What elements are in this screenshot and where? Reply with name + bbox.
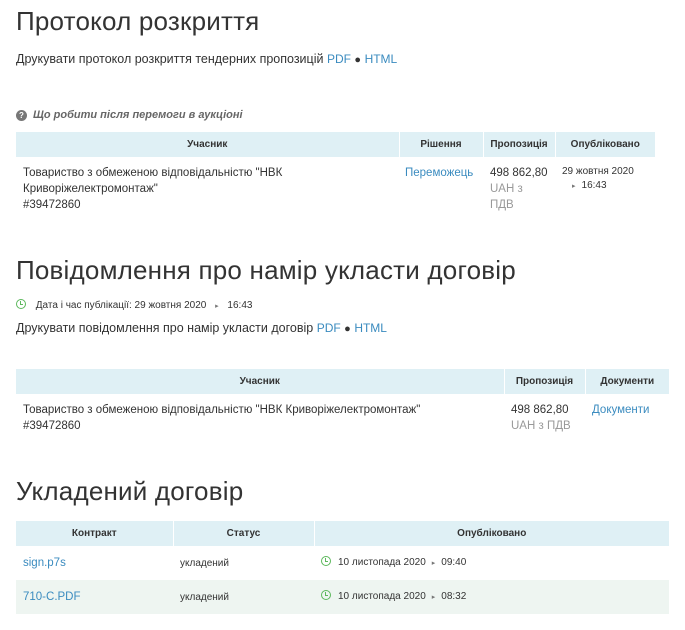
question-icon: ?: [16, 109, 27, 121]
contract-table: Контракт Статус Опубліковано sign.p7s ук…: [16, 521, 669, 614]
published-cell: 10 листопада 2020 ▸ 08:32: [314, 580, 669, 614]
contract-title: Укладений договір: [16, 476, 244, 506]
winner-link[interactable]: Переможець: [405, 167, 473, 179]
notice-print-text: Друкувати повідомлення про намір укласти…: [16, 321, 314, 335]
col-status: Статус: [173, 521, 315, 546]
protocol-table: Учасник Рішення Пропозиція Опубліковано …: [16, 132, 655, 221]
col-proposal: Пропозиція: [504, 369, 586, 394]
documents-link[interactable]: Документи: [592, 404, 649, 416]
table-row: sign.p7s укладений 10 листопада 2020 ▸ 09:…: [16, 546, 669, 580]
status-cell: укладений: [173, 580, 314, 614]
arrow-right-icon: ▸: [572, 183, 576, 190]
col-published: Опубліковано: [555, 132, 655, 157]
protocol-print-line: Друкувати протокол розкриття тендерних п…: [16, 52, 397, 66]
clock-icon: [16, 299, 26, 309]
col-published: Опубліковано: [314, 521, 669, 546]
participant-cell: Товариство з обмеженою відповідальністю …: [16, 157, 399, 221]
col-decision: Рішення: [399, 132, 484, 157]
participant-id: #39472860: [23, 420, 81, 432]
participant-id: #39472860: [23, 199, 81, 211]
help-text: Що робити після перемоги в аукціоні: [33, 109, 243, 121]
contract-table-header: Контракт Статус Опубліковано: [16, 521, 669, 546]
notice-pdf-link[interactable]: PDF: [317, 321, 341, 335]
contract-cell: 710-С.PDF: [16, 580, 173, 614]
proposal-cell: 498 862,80 UAH з ПДВ: [490, 167, 548, 211]
separator-dot: ●: [354, 54, 362, 66]
col-documents: Документи: [585, 369, 669, 394]
separator-dot: ●: [344, 323, 351, 335]
participant-cell: Товариство з обмеженою відповідальністю …: [16, 394, 504, 442]
protocol-table-header: Учасник Рішення Пропозиція Опубліковано: [16, 132, 655, 157]
notice-table: Учасник Пропозиція Документи Товариство …: [16, 369, 669, 442]
notice-print-line: Друкувати повідомлення про намір укласти…: [16, 321, 387, 335]
col-participant: Учасник: [16, 132, 400, 157]
proposal-cell: 498 862,80 UAH з ПДВ: [511, 404, 571, 432]
protocol-html-link[interactable]: HTML: [365, 52, 398, 66]
notice-pub-date: Дата і час публікації: 29 жовтня 2020 ▸ …: [16, 299, 252, 311]
protocol-print-text: Друкувати протокол розкриття тендерних п…: [16, 52, 324, 66]
table-row: 710-С.PDF укладений 10 листопада 2020 ▸ 08…: [16, 580, 669, 614]
table-row: Товариство з обмеженою відповідальністю …: [16, 157, 655, 221]
clock-icon: [321, 590, 331, 600]
help-link[interactable]: ? Що робити після перемоги в аукціоні: [16, 109, 243, 121]
contract-cell: sign.p7s: [16, 546, 173, 580]
table-row: Товариство з обмеженою відповідальністю …: [16, 394, 669, 442]
notice-table-header: Учасник Пропозиція Документи: [16, 369, 669, 394]
arrow-right-icon: ▸: [431, 594, 436, 601]
arrow-right-icon: ▸: [431, 560, 436, 567]
protocol-title: Протокол розкриття: [16, 6, 260, 36]
decision-cell: Переможець: [399, 157, 483, 221]
published-cell: 10 листопада 2020 ▸ 09:40: [314, 546, 669, 580]
protocol-pdf-link[interactable]: PDF: [327, 52, 351, 66]
contract-file-link[interactable]: 710-С.PDF: [23, 591, 81, 603]
arrow-right-icon: ▸: [215, 303, 219, 310]
status-cell: укладений: [180, 558, 229, 569]
published-cell: 29 жовтня 2020 ▸ 16:43: [562, 166, 634, 191]
col-participant: Учасник: [16, 369, 505, 394]
notice-title: Повідомлення про намір укласти договір: [16, 255, 516, 285]
clock-icon: [321, 556, 331, 566]
col-proposal: Пропозиція: [483, 132, 556, 157]
col-contract: Контракт: [16, 521, 174, 546]
contract-file-link[interactable]: sign.p7s: [23, 557, 66, 569]
documents-cell: Документи: [585, 394, 669, 442]
notice-html-link[interactable]: HTML: [354, 321, 387, 335]
